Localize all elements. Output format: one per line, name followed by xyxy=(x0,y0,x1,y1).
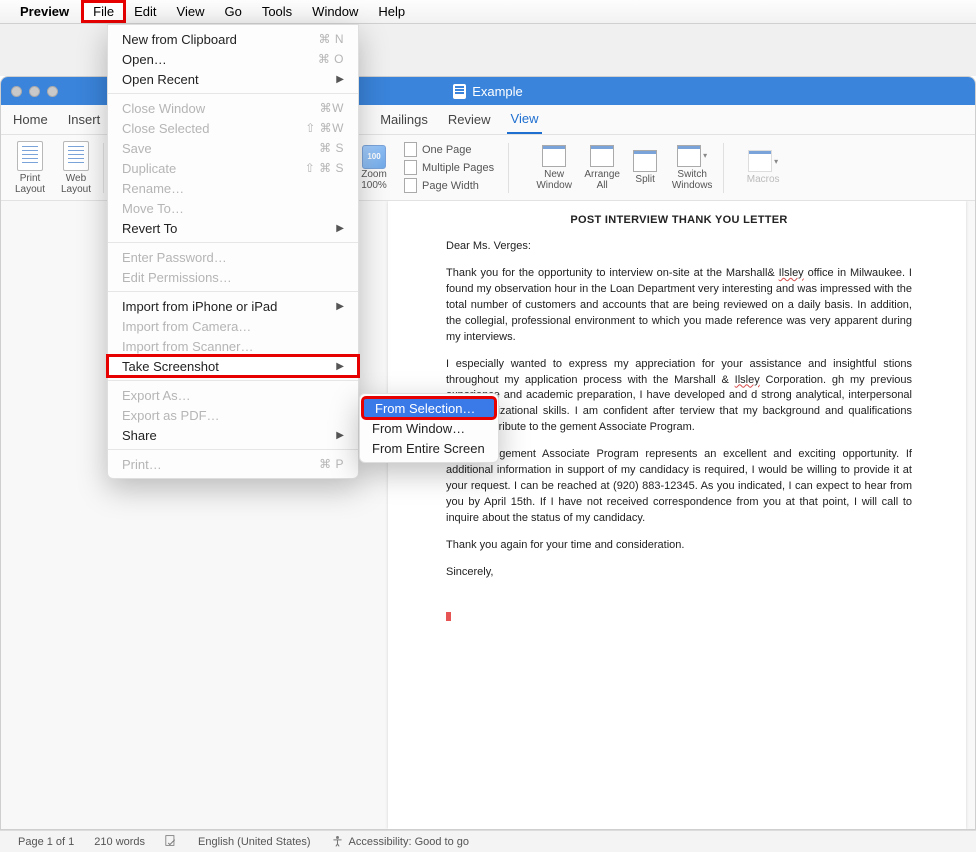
new-window-icon xyxy=(542,145,566,167)
status-accessibility[interactable]: Accessibility: Good to go xyxy=(331,835,469,848)
screenshot-submenu: From Selection…From Window…From Entire S… xyxy=(359,393,499,463)
mac-menu-go[interactable]: Go xyxy=(214,2,251,21)
tab-review[interactable]: Review xyxy=(444,106,495,133)
chevron-right-icon: ▶ xyxy=(336,301,344,312)
file-menu-item[interactable]: New from Clipboard⌘ N xyxy=(108,29,358,49)
menu-separator xyxy=(108,93,358,94)
chevron-right-icon: ▶ xyxy=(336,361,344,372)
doc-title: POST INTERVIEW THANK YOU LETTER xyxy=(446,213,912,229)
mac-menu-edit[interactable]: Edit xyxy=(124,2,166,21)
file-menu-item: Close Selected⇧ ⌘W xyxy=(108,118,358,138)
file-menu-item[interactable]: Open Recent▶ xyxy=(108,69,358,89)
window-title: Example xyxy=(472,84,523,99)
screenshot-submenu-item[interactable]: From Entire Screen xyxy=(360,438,498,458)
macros-button[interactable]: ▾Macros xyxy=(740,138,786,198)
one-page-button[interactable]: One Page xyxy=(400,141,498,158)
status-words[interactable]: 210 words xyxy=(94,836,145,848)
split-button[interactable]: Split xyxy=(627,138,663,198)
chevron-down-icon: ▾ xyxy=(774,157,778,166)
switch-windows-icon xyxy=(677,145,701,167)
mac-menu-file[interactable]: File xyxy=(83,2,124,21)
document-page[interactable]: POST INTERVIEW THANK YOU LETTER Dear Ms.… xyxy=(388,201,966,829)
app-name[interactable]: Preview xyxy=(20,4,69,19)
print-layout-button[interactable]: Print Layout xyxy=(7,138,53,198)
tab-view[interactable]: View xyxy=(507,105,543,134)
chevron-right-icon: ▶ xyxy=(336,223,344,234)
status-language[interactable]: English (United States) xyxy=(198,836,311,848)
page-width-button[interactable]: Page Width xyxy=(400,177,498,194)
mac-menu-help[interactable]: Help xyxy=(368,2,415,21)
menu-separator xyxy=(108,291,358,292)
menu-separator xyxy=(108,449,358,450)
tab-home[interactable]: Home xyxy=(9,106,52,133)
new-window-button[interactable]: New Window xyxy=(531,138,577,198)
mac-menu-tools[interactable]: Tools xyxy=(252,2,302,21)
doc-paragraph: Thank you again for your time and consid… xyxy=(446,538,912,554)
status-page[interactable]: Page 1 of 1 xyxy=(18,836,74,848)
file-menu-item: Print…⌘ P xyxy=(108,454,358,474)
one-page-icon xyxy=(404,142,417,157)
zoom-button[interactable]: 100 Zoom 100% xyxy=(354,145,394,191)
mac-menu-window[interactable]: Window xyxy=(302,2,368,21)
doc-paragraph: Thank you for the opportunity to intervi… xyxy=(446,266,912,346)
doc-paragraph: I especially wanted to express my apprec… xyxy=(446,357,912,437)
split-icon xyxy=(633,150,657,172)
screenshot-submenu-item[interactable]: From Window… xyxy=(360,418,498,438)
chevron-down-icon: ▾ xyxy=(703,151,707,160)
tab-mailings[interactable]: Mailings xyxy=(376,106,432,133)
file-menu-item[interactable]: Open…⌘ O xyxy=(108,49,358,69)
ribbon-separator xyxy=(723,143,724,193)
doc-greeting: Dear Ms. Verges: xyxy=(446,239,912,255)
file-menu-item: Export As… xyxy=(108,385,358,405)
zoom-icon: 100 xyxy=(362,145,386,169)
menu-separator xyxy=(108,380,358,381)
file-menu-item: Rename… xyxy=(108,178,358,198)
arrange-all-button[interactable]: Arrange All xyxy=(579,138,625,198)
accessibility-icon xyxy=(331,835,344,848)
chevron-right-icon: ▶ xyxy=(336,74,344,85)
file-menu-item: Save⌘ S xyxy=(108,138,358,158)
file-menu-item: Edit Permissions… xyxy=(108,267,358,287)
file-menu-item: Duplicate⇧ ⌘ S xyxy=(108,158,358,178)
web-layout-button[interactable]: Web Layout xyxy=(53,138,99,198)
page-width-icon xyxy=(404,178,417,193)
switch-windows-button[interactable]: ▾Switch Windows xyxy=(665,138,719,198)
file-menu-item[interactable]: Take Screenshot▶ xyxy=(108,356,358,376)
web-layout-icon xyxy=(63,141,89,171)
file-menu-item: Enter Password… xyxy=(108,247,358,267)
ribbon-separator xyxy=(103,143,104,193)
print-layout-icon xyxy=(17,141,43,171)
ribbon-separator xyxy=(508,143,509,193)
menu-separator xyxy=(108,242,358,243)
screenshot-submenu-item[interactable]: From Selection… xyxy=(363,398,495,418)
traffic-lights[interactable] xyxy=(11,86,58,97)
multiple-pages-icon xyxy=(404,160,417,175)
doc-paragraph: The Management Associate Program represe… xyxy=(446,447,912,527)
page-options: One Page Multiple Pages Page Width xyxy=(400,141,498,194)
file-menu-item: Import from Scanner… xyxy=(108,336,358,356)
spellcheck-icon[interactable] xyxy=(165,834,178,850)
file-menu-item: Import from Camera… xyxy=(108,316,358,336)
chevron-right-icon: ▶ xyxy=(336,430,344,441)
file-menu-item[interactable]: Revert To▶ xyxy=(108,218,358,238)
status-bar: Page 1 of 1 210 words English (United St… xyxy=(0,830,976,852)
document-icon xyxy=(453,84,466,99)
window-group: New Window Arrange All Split ▾Switch Win… xyxy=(531,138,719,198)
file-menu-item: Export as PDF… xyxy=(108,405,358,425)
file-menu-item: Move To… xyxy=(108,198,358,218)
mac-menu-bar: Preview File Edit View Go Tools Window H… xyxy=(0,0,976,24)
doc-closing: Sincerely, xyxy=(446,565,912,581)
tab-insert[interactable]: Insert xyxy=(64,106,105,133)
file-menu-item[interactable]: Import from iPhone or iPad▶ xyxy=(108,296,358,316)
arrange-all-icon xyxy=(590,145,614,167)
file-menu-item[interactable]: Share▶ xyxy=(108,425,358,445)
macros-icon xyxy=(748,150,772,172)
multiple-pages-button[interactable]: Multiple Pages xyxy=(400,159,498,176)
file-menu-dropdown: New from Clipboard⌘ NOpen…⌘ OOpen Recent… xyxy=(107,24,359,479)
text-cursor xyxy=(446,612,451,621)
mac-menu-view[interactable]: View xyxy=(167,2,215,21)
file-menu-item: Close Window⌘W xyxy=(108,98,358,118)
